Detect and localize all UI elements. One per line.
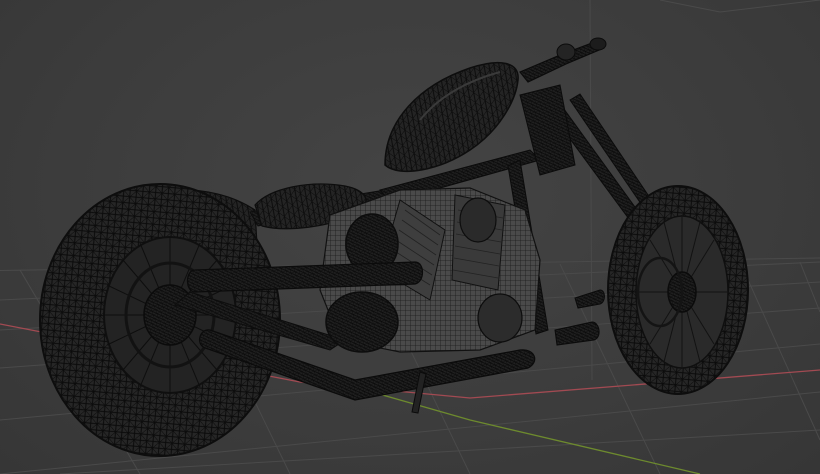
- fuel-tank[interactable]: [384, 61, 519, 173]
- engine-cover-right: [459, 197, 497, 243]
- foot-peg-front[interactable]: [554, 321, 600, 346]
- motorcycle-model[interactable]: [39, 37, 749, 457]
- transmission-cover: [477, 293, 523, 343]
- handlebar-control: [556, 43, 576, 61]
- handlebar-grip[interactable]: [589, 37, 607, 51]
- foot-peg-upper[interactable]: [574, 289, 605, 309]
- primary-cover[interactable]: [325, 291, 399, 353]
- 3d-viewport[interactable]: [0, 0, 820, 474]
- viewport-canvas[interactable]: [0, 0, 820, 474]
